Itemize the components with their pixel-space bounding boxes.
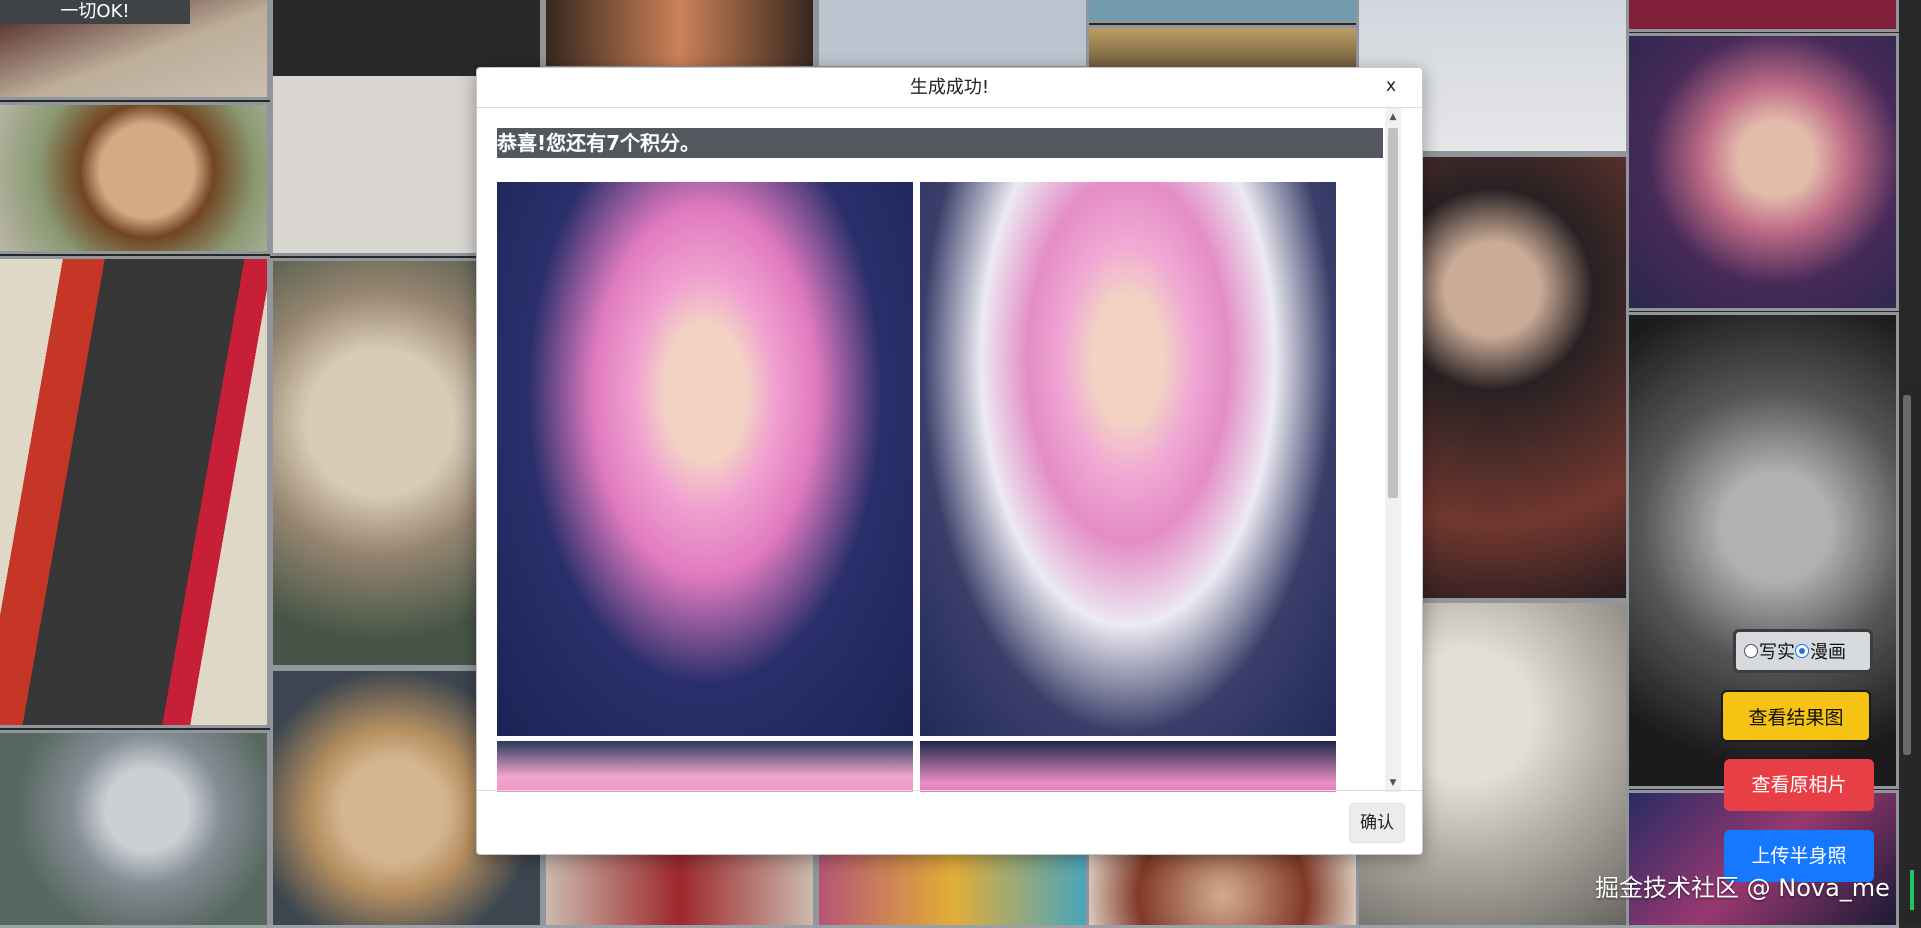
confirm-button[interactable]: 确认 [1349, 803, 1405, 843]
result-dialog: 生成成功! x 恭喜!您还有7个积分。 ▲ ▼ 确认 [476, 67, 1423, 855]
dialog-title: 生成成功! [477, 68, 1422, 108]
scroll-down-icon[interactable]: ▼ [1385, 776, 1401, 790]
result-image[interactable] [920, 182, 1336, 736]
view-original-button[interactable]: 查看原相片 [1724, 759, 1874, 811]
scroll-thumb[interactable] [1388, 128, 1398, 498]
close-button[interactable]: x [1386, 76, 1396, 96]
result-image[interactable] [920, 741, 1336, 792]
status-toast: 一切OK! [0, 0, 190, 24]
realistic-label[interactable]: 写实 [1759, 638, 1795, 664]
page-scrollbar[interactable] [1903, 395, 1911, 755]
dialog-scrollbar[interactable]: ▲ ▼ [1385, 108, 1401, 792]
edge-indicator [1910, 870, 1914, 910]
comic-label[interactable]: 漫画 [1810, 638, 1846, 664]
dialog-footer: 确认 [477, 790, 1422, 854]
comic-radio[interactable] [1795, 644, 1809, 658]
dialog-body: 恭喜!您还有7个积分。 ▲ ▼ [495, 108, 1401, 792]
result-image[interactable] [497, 182, 913, 736]
dialog-header: 生成成功! x [477, 68, 1422, 108]
result-image[interactable] [497, 741, 913, 792]
style-picker: 写实 漫画 [1733, 629, 1873, 673]
realistic-radio[interactable] [1744, 644, 1758, 658]
view-result-button[interactable]: 查看结果图 [1721, 690, 1871, 742]
scroll-up-icon[interactable]: ▲ [1385, 110, 1401, 124]
credits-message: 恭喜!您还有7个积分。 [497, 128, 1383, 158]
watermark: 掘金技术社区 @ Nova_me [1595, 868, 1890, 903]
